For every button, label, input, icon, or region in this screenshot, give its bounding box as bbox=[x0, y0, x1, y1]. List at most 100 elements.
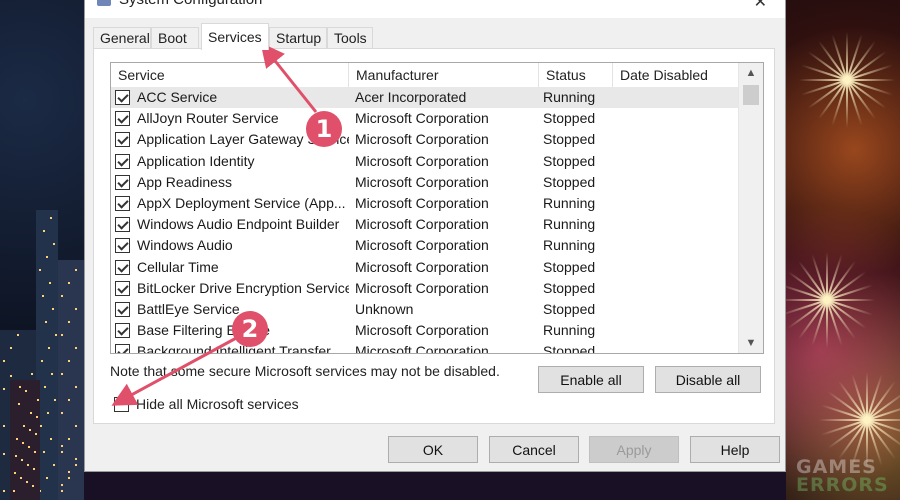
window-light bbox=[37, 399, 39, 401]
column-header-date-disabled[interactable]: Date Disabled bbox=[613, 63, 739, 87]
service-manufacturer: Microsoft Corporation bbox=[355, 279, 489, 296]
services-list: Service Manufacturer Status Date Disable… bbox=[110, 62, 764, 354]
window-light bbox=[68, 471, 70, 473]
window-light bbox=[26, 481, 28, 483]
table-row[interactable]: ACC Service Acer Incorporated Running bbox=[111, 87, 739, 109]
table-row[interactable]: Windows Audio Microsoft Corporation Runnin… bbox=[111, 235, 739, 256]
apply-button[interactable]: Apply bbox=[589, 436, 679, 463]
column-header-manufacturer[interactable]: Manufacturer bbox=[349, 63, 539, 87]
window-light bbox=[40, 425, 42, 427]
service-name: Windows Audio Endpoint Builder bbox=[137, 216, 340, 233]
service-checkbox[interactable] bbox=[115, 302, 130, 317]
tab-general[interactable]: General bbox=[93, 27, 151, 49]
help-button[interactable]: Help bbox=[690, 436, 780, 463]
service-status: Stopped bbox=[543, 131, 596, 148]
window-light bbox=[48, 347, 50, 349]
scroll-thumb[interactable] bbox=[743, 85, 759, 105]
window-light bbox=[68, 438, 70, 440]
service-checkbox[interactable] bbox=[115, 111, 130, 127]
service-name: Cellular Time bbox=[137, 258, 219, 275]
window-light bbox=[28, 446, 30, 448]
tab-boot[interactable]: Boot bbox=[151, 27, 199, 49]
service-status: Running bbox=[543, 195, 596, 211]
note-text: Note that some secure Microsoft services… bbox=[110, 363, 500, 379]
enable-all-button[interactable]: Enable all bbox=[538, 366, 644, 393]
service-checkbox[interactable] bbox=[115, 344, 130, 353]
window-light bbox=[36, 416, 38, 418]
vertical-scrollbar[interactable]: ▲ ▼ bbox=[738, 63, 763, 353]
service-name: AppX Deployment Service (App... bbox=[137, 195, 346, 211]
cancel-button[interactable]: Cancel bbox=[489, 436, 579, 463]
scroll-down-arrow-icon[interactable]: ▼ bbox=[739, 333, 763, 353]
annotation-badge-2: 2 bbox=[232, 311, 268, 347]
table-row[interactable]: Background Intelligent Transfer... Micros… bbox=[111, 341, 739, 354]
window-light bbox=[18, 403, 20, 405]
window-light bbox=[68, 399, 70, 401]
column-header-status[interactable]: Status bbox=[539, 63, 613, 87]
service-checkbox[interactable] bbox=[115, 153, 130, 169]
window-light bbox=[3, 360, 5, 362]
window-light bbox=[55, 334, 57, 336]
tab-startup[interactable]: Startup bbox=[269, 27, 327, 49]
service-checkbox[interactable] bbox=[115, 196, 130, 211]
service-status: Stopped bbox=[543, 301, 596, 317]
hide-microsoft-services-checkbox[interactable] bbox=[114, 397, 129, 412]
window-light bbox=[43, 451, 45, 453]
window-light bbox=[46, 256, 48, 258]
service-status: Running bbox=[543, 322, 596, 339]
window-light bbox=[41, 360, 43, 362]
service-manufacturer: Unknown bbox=[355, 301, 414, 317]
window-light bbox=[21, 459, 23, 461]
window-light bbox=[3, 425, 5, 427]
table-row[interactable]: BattlEye Service Unknown Stopped bbox=[111, 299, 739, 320]
table-row[interactable]: Application Identity Microsoft Corporatio… bbox=[111, 151, 739, 172]
service-status: Stopped bbox=[543, 343, 596, 354]
window-light bbox=[27, 464, 29, 466]
watermark-logo: GAMES ERRORS bbox=[796, 458, 896, 495]
table-row[interactable]: Application Layer Gateway Service Microso… bbox=[111, 129, 739, 150]
title-bar: System Configuration ✕ bbox=[85, 0, 785, 18]
service-status: Stopped bbox=[543, 258, 596, 275]
window-light bbox=[10, 375, 12, 377]
tab-services[interactable]: Services bbox=[201, 23, 269, 50]
service-name: BitLocker Drive Encryption Service bbox=[137, 279, 349, 296]
desktop-background-right bbox=[786, 0, 900, 500]
table-row[interactable]: Base Filtering Engine Microsoft Corporati… bbox=[111, 320, 739, 341]
ok-button[interactable]: OK bbox=[388, 436, 478, 463]
scroll-up-arrow-icon[interactable]: ▲ bbox=[739, 63, 763, 83]
window-light bbox=[3, 388, 5, 390]
window-light bbox=[61, 412, 63, 414]
service-checkbox[interactable] bbox=[115, 174, 130, 190]
column-header-service[interactable]: Service bbox=[111, 63, 349, 87]
table-row[interactable]: BitLocker Drive Encryption Service Micros… bbox=[111, 278, 739, 299]
service-checkbox[interactable] bbox=[115, 280, 130, 296]
service-checkbox[interactable] bbox=[115, 323, 130, 339]
table-row[interactable]: AppX Deployment Service (App... Microsoft… bbox=[111, 193, 739, 214]
window-light bbox=[30, 412, 32, 414]
service-checkbox[interactable] bbox=[115, 238, 130, 254]
window-light bbox=[68, 321, 70, 323]
service-checkbox[interactable] bbox=[115, 259, 130, 275]
window-light bbox=[50, 438, 52, 440]
tab-tools[interactable]: Tools bbox=[327, 27, 373, 49]
window-light bbox=[61, 295, 63, 297]
window-title: System Configuration bbox=[119, 0, 262, 8]
table-row[interactable]: Windows Audio Endpoint Builder Microsoft … bbox=[111, 214, 739, 235]
service-name: App Readiness bbox=[137, 173, 232, 190]
table-row[interactable]: App Readiness Microsoft Corporation Stoppe… bbox=[111, 172, 739, 193]
window-light bbox=[15, 455, 17, 457]
service-manufacturer: Microsoft Corporation bbox=[355, 322, 489, 339]
disable-all-button[interactable]: Disable all bbox=[655, 366, 761, 393]
service-checkbox[interactable] bbox=[115, 217, 130, 233]
service-checkbox[interactable] bbox=[115, 132, 130, 148]
service-name: Application Identity bbox=[137, 152, 255, 169]
firework-spark bbox=[819, 419, 867, 421]
table-row[interactable]: Cellular Time Microsoft Corporation Stoppe… bbox=[111, 257, 739, 278]
window-light bbox=[44, 386, 46, 388]
service-manufacturer: Microsoft Corporation bbox=[355, 173, 489, 190]
window-light bbox=[68, 477, 70, 479]
service-status: Stopped bbox=[543, 152, 596, 169]
close-icon[interactable]: ✕ bbox=[754, 0, 767, 12]
table-row[interactable]: AllJoyn Router Service Microsoft Corporat… bbox=[111, 108, 739, 129]
service-checkbox[interactable] bbox=[115, 90, 130, 105]
